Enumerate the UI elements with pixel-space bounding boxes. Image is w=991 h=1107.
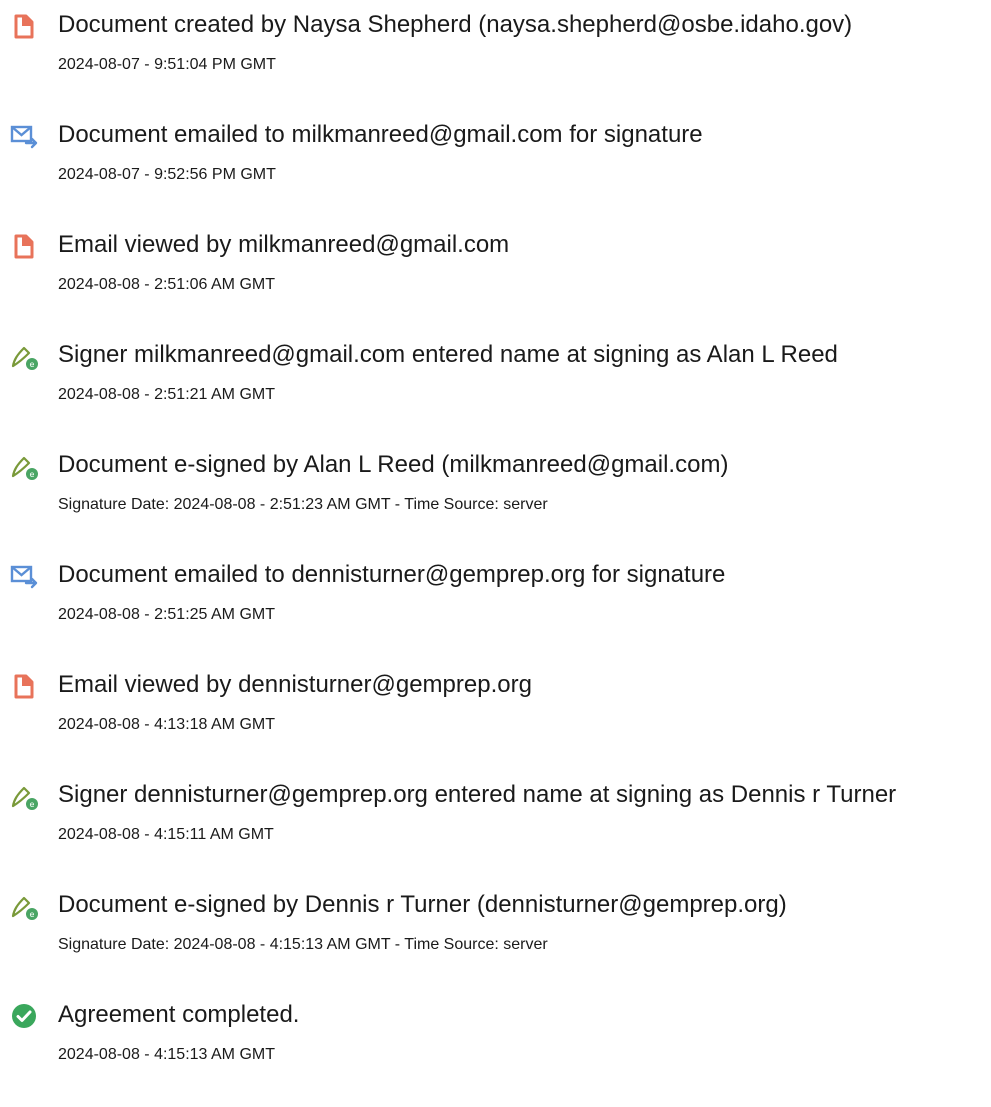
event-description: Signer dennisturner@gemprep.org entered …	[58, 781, 897, 808]
audit-event: Document emailed to dennisturner@gemprep…	[0, 550, 991, 640]
event-timestamp: 2024-08-08 - 2:51:25 AM GMT	[58, 606, 275, 623]
event-timestamp: 2024-08-07 - 9:52:56 PM GMT	[58, 166, 276, 183]
e-sign-pen-icon: e	[9, 891, 39, 921]
event-description: Signer milkmanreed@gmail.com entered nam…	[58, 341, 838, 368]
e-sign-pen-icon: e	[9, 451, 39, 481]
event-timestamp: 2024-08-07 - 9:51:04 PM GMT	[58, 56, 276, 73]
svg-text:e: e	[30, 470, 35, 479]
event-timestamp: Signature Date: 2024-08-08 - 2:51:23 AM …	[58, 496, 548, 513]
audit-event: e Signer dennisturner@gemprep.org entere…	[0, 770, 991, 860]
event-timestamp: 2024-08-08 - 2:51:06 AM GMT	[58, 276, 275, 293]
email-sent-icon	[9, 561, 39, 591]
event-description: Document emailed to milkmanreed@gmail.co…	[58, 121, 703, 148]
svg-text:e: e	[30, 360, 35, 369]
audit-event: Document created by Naysa Shepherd (nays…	[0, 0, 991, 90]
audit-event: Email viewed by dennisturner@gemprep.org…	[0, 660, 991, 750]
event-description: Email viewed by dennisturner@gemprep.org	[58, 671, 532, 698]
document-icon	[9, 11, 39, 41]
svg-text:e: e	[30, 910, 35, 919]
event-timestamp: 2024-08-08 - 4:15:11 AM GMT	[58, 826, 274, 843]
event-timestamp: 2024-08-08 - 4:13:18 AM GMT	[58, 716, 275, 733]
document-icon	[9, 671, 39, 701]
event-timestamp: 2024-08-08 - 2:51:21 AM GMT	[58, 386, 275, 403]
event-description: Agreement completed.	[58, 1001, 300, 1028]
audit-event: e Document e-signed by Dennis r Turner (…	[0, 880, 991, 970]
audit-event: e Signer milkmanreed@gmail.com entered n…	[0, 330, 991, 420]
event-description: Document e-signed by Dennis r Turner (de…	[58, 891, 787, 918]
audit-event: e Document e-signed by Alan L Reed (milk…	[0, 440, 991, 530]
event-description: Document created by Naysa Shepherd (nays…	[58, 11, 853, 38]
audit-event: Agreement completed. 2024-08-08 - 4:15:1…	[0, 990, 991, 1080]
event-timestamp: Signature Date: 2024-08-08 - 4:15:13 AM …	[58, 936, 548, 953]
audit-event: Document emailed to milkmanreed@gmail.co…	[0, 110, 991, 200]
e-sign-pen-icon: e	[9, 781, 39, 811]
email-sent-icon	[9, 121, 39, 151]
e-sign-pen-icon: e	[9, 341, 39, 371]
event-description: Document emailed to dennisturner@gemprep…	[58, 561, 726, 588]
checkmark-circle-icon	[9, 1001, 39, 1031]
audit-event: Email viewed by milkmanreed@gmail.com 20…	[0, 220, 991, 310]
svg-text:e: e	[30, 800, 35, 809]
event-description: Document e-signed by Alan L Reed (milkma…	[58, 451, 729, 478]
event-description: Email viewed by milkmanreed@gmail.com	[58, 231, 510, 258]
event-timestamp: 2024-08-08 - 4:15:13 AM GMT	[58, 1046, 275, 1063]
document-icon	[9, 231, 39, 261]
